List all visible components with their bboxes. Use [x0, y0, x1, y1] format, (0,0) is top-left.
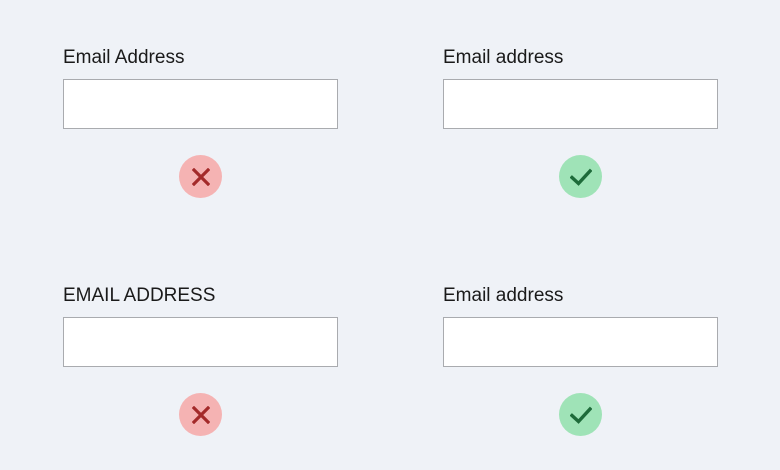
- email-input[interactable]: [63, 317, 338, 367]
- correct-badge: [559, 393, 602, 436]
- check-icon: [569, 406, 592, 424]
- email-input[interactable]: [443, 79, 718, 129]
- cross-icon: [191, 405, 210, 424]
- correct-badge: [559, 155, 602, 198]
- incorrect-badge: [179, 393, 222, 436]
- cross-icon: [191, 167, 210, 186]
- incorrect-badge: [179, 155, 222, 198]
- field-label: EMAIL ADDRESS: [63, 285, 216, 306]
- field-label: Email Address: [63, 47, 185, 68]
- field-label: Email address: [443, 47, 564, 68]
- field-label: Email address: [443, 285, 564, 306]
- email-input[interactable]: [443, 317, 718, 367]
- email-input[interactable]: [63, 79, 338, 129]
- check-icon: [569, 168, 592, 186]
